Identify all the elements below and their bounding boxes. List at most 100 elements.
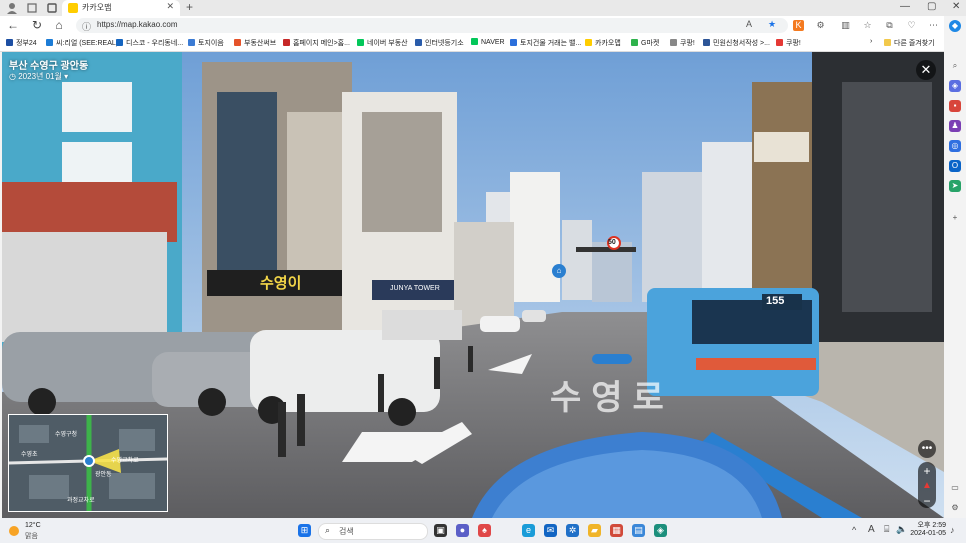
bookmark-item[interactable]: 씨:리얼 (SEE:REAL): [46, 38, 118, 48]
game-app-icon[interactable]: ♠: [478, 524, 491, 537]
window-close-button[interactable]: ✕: [952, 1, 960, 12]
title-bar: 카카오맵 ✕ + — ▢ ✕: [0, 0, 966, 16]
settings-app-icon[interactable]: ✲: [566, 524, 579, 537]
roadview-viewport[interactable]: 수영이 JUNYA TOWER 수영로 155 50 부산 수영구 광안동 ◷ …: [2, 52, 944, 518]
tab-title: 카카오맵: [82, 3, 112, 12]
read-aloud-icon[interactable]: A: [746, 19, 752, 29]
photos-app-icon[interactable]: ▤: [632, 524, 645, 537]
new-tab-button[interactable]: +: [186, 0, 193, 14]
more-menu-icon[interactable]: ⋯: [928, 20, 939, 31]
bookmark-item[interactable]: 디스코 - 우리동네...: [116, 38, 183, 48]
mail-icon[interactable]: ✉: [544, 524, 557, 537]
bookmark-label: 카카오맵: [595, 40, 621, 47]
zoom-control: + ▲ −: [918, 462, 936, 508]
sidebar-settings-icon[interactable]: ⚙: [949, 502, 961, 514]
bookmark-item[interactable]: 정부24: [6, 38, 37, 48]
bookmark-label: 씨:리얼 (SEE:REAL): [56, 40, 119, 47]
bookmark-item[interactable]: 홈페이지 메인>홈...: [283, 38, 350, 48]
task-view-icon[interactable]: ▣: [434, 524, 447, 537]
add-sidebar-app-icon[interactable]: +: [949, 212, 961, 224]
drop-icon[interactable]: ➤: [949, 180, 961, 192]
home-icon[interactable]: ⌂: [52, 18, 66, 32]
profile-icon[interactable]: [6, 2, 18, 14]
edge-active-app-icon[interactable]: ◈: [654, 524, 667, 537]
lock-icon[interactable]: ⓘ: [82, 20, 91, 33]
edge-browser-icon[interactable]: e: [522, 524, 535, 537]
tab-kakaomap[interactable]: 카카오맵 ✕: [62, 0, 180, 16]
windows-taskbar: 12°C 맑음 ⊞ ⌕ 검색 ▣ ● ♠ e ✉ ✲ ▰ ▦ ▤ ◈ ^ A ⌸…: [0, 518, 966, 543]
search-icon: ⌕: [325, 525, 331, 535]
notification-bell-icon[interactable]: ♪: [950, 525, 955, 535]
tools-briefcase-icon[interactable]: ▪: [949, 100, 961, 112]
capture-date: 2023년 01월: [18, 72, 62, 81]
bookmark-item[interactable]: 토지이음: [188, 38, 224, 48]
chat-icon[interactable]: ●: [456, 524, 469, 537]
back-arrow-icon[interactable]: ←: [6, 18, 20, 32]
file-explorer-icon[interactable]: ▰: [588, 524, 601, 537]
collections-icon[interactable]: ⧉: [884, 20, 895, 31]
network-icon[interactable]: ⌸: [884, 524, 889, 535]
bookmark-favicon-icon: [471, 38, 478, 45]
microsoft-365-icon[interactable]: ◎: [949, 140, 961, 152]
workspaces-icon[interactable]: [26, 2, 38, 14]
favorite-star-icon[interactable]: ★: [768, 19, 776, 30]
compass-icon[interactable]: ▲: [918, 480, 936, 491]
store-app-icon[interactable]: ▦: [610, 524, 623, 537]
favorites-icon[interactable]: ☆: [862, 20, 873, 31]
tab-actions-icon[interactable]: [46, 2, 58, 14]
temperature: 12°C: [25, 522, 41, 529]
bookmark-item[interactable]: 쿠팡!: [776, 38, 801, 48]
move-forward-arrow[interactable]: [488, 356, 528, 372]
bookmark-item[interactable]: G마켓: [631, 38, 659, 48]
bookmark-item[interactable]: 카카오맵: [585, 38, 621, 48]
bookmark-label: 디스코 - 우리동네...: [126, 40, 184, 47]
move-backward-arrow[interactable]: [352, 422, 462, 466]
zoom-in-button[interactable]: +: [918, 464, 936, 478]
bookmark-favicon-icon: [188, 39, 195, 46]
bookmark-item[interactable]: 부동산써브: [234, 38, 276, 48]
split-sidebar-icon[interactable]: ▭: [949, 482, 961, 494]
refresh-icon[interactable]: ↻: [30, 18, 44, 32]
bookmark-item[interactable]: 네이버 부동산: [357, 38, 408, 48]
bookmark-label: NAVER: [481, 39, 505, 46]
building-info-marker[interactable]: ⌂: [552, 264, 566, 278]
address-bar[interactable]: ⓘ https://map.kakao.com A ★: [76, 18, 788, 33]
maximize-button[interactable]: ▢: [927, 1, 936, 12]
split-screen-icon[interactable]: ▥: [840, 20, 851, 31]
roadview-close-button[interactable]: ✕: [916, 60, 936, 80]
start-windows-icon[interactable]: ⊞: [298, 524, 311, 537]
outlook-icon[interactable]: O: [949, 160, 961, 172]
bookmarks-overflow-chevron-icon[interactable]: ›: [870, 38, 872, 45]
other-favorites-folder[interactable]: 다른 즐겨찾기: [884, 38, 935, 48]
bookmark-item[interactable]: 민원신청서작성 >...: [703, 38, 770, 48]
url-text[interactable]: https://map.kakao.com: [97, 20, 177, 29]
taskbar-search-box[interactable]: ⌕ 검색: [318, 523, 428, 540]
system-clock[interactable]: 오후 2:59 2024-01-05: [910, 522, 946, 538]
tray-chevron-icon[interactable]: ^: [852, 525, 856, 535]
bookmark-item[interactable]: 인터넷등기소: [415, 38, 464, 48]
volume-icon[interactable]: 🔈: [896, 524, 907, 535]
extension-orange-icon[interactable]: K: [793, 20, 804, 31]
bookmark-item[interactable]: 토지건물 거래는 밸...: [510, 38, 581, 48]
games-icon[interactable]: ♟: [949, 120, 961, 132]
shopping-tag-icon[interactable]: ◈: [949, 80, 961, 92]
browser-essentials-icon[interactable]: ♡: [906, 20, 917, 31]
bookmark-item[interactable]: NAVER: [471, 38, 505, 46]
more-options-button[interactable]: •••: [918, 440, 936, 458]
tab-close-icon[interactable]: ✕: [166, 1, 174, 12]
bookmark-label: 쿠팡!: [786, 40, 801, 47]
sidebar-search-icon[interactable]: ⌕: [949, 60, 961, 72]
zoom-out-button[interactable]: −: [918, 494, 936, 508]
extensions-puzzle-icon[interactable]: ⚙: [815, 20, 826, 31]
minimize-button[interactable]: —: [900, 1, 910, 12]
bookmark-item[interactable]: 쿠팡!: [670, 38, 695, 48]
copilot-icon[interactable]: ◆: [949, 20, 961, 32]
bookmark-favicon-icon: [510, 39, 517, 46]
ime-language-icon[interactable]: A: [868, 524, 875, 535]
clock-time: 오후 2:59: [917, 522, 946, 529]
bookmark-favicon-icon: [116, 39, 123, 46]
bus-number-text: 155: [766, 295, 785, 307]
bookmark-label: 네이버 부동산: [367, 40, 408, 47]
minimap[interactable]: 수영구청 수영교차로 광안동 수영초 과정교차로: [8, 414, 168, 512]
capture-date-selector[interactable]: ◷ 2023년 01월 ▾: [9, 71, 68, 82]
